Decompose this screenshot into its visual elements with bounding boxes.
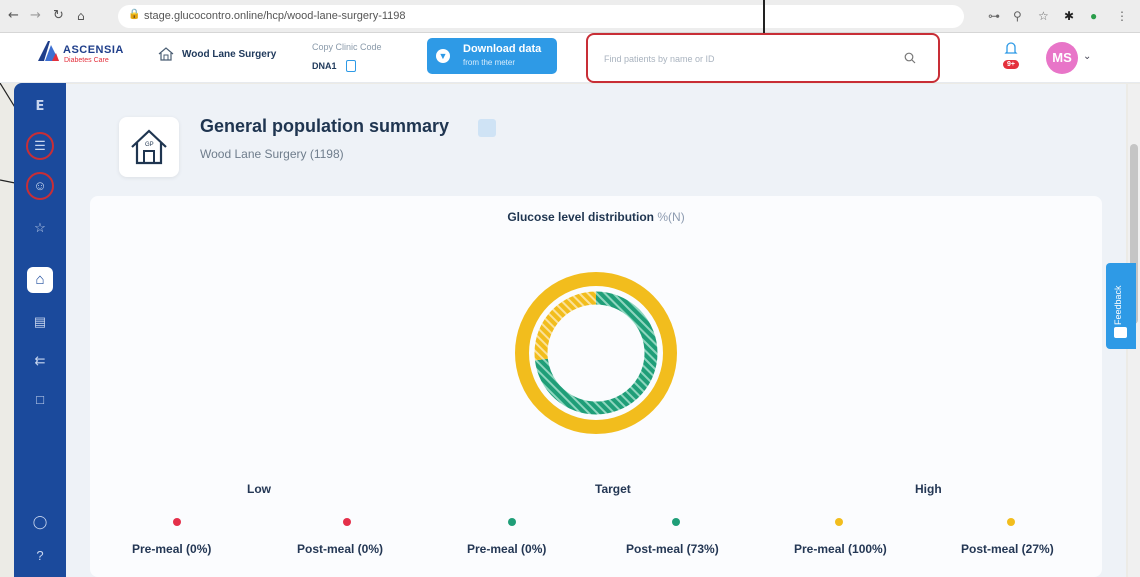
help-icon[interactable]: ?	[27, 543, 53, 569]
legend-label-target-pre-meal: Pre-meal (0%)	[467, 542, 547, 556]
clinic-code-value: DNA1	[312, 61, 337, 71]
share-icon[interactable]: ⇇	[27, 348, 53, 374]
legend-dot-low-pre-meal	[173, 518, 181, 526]
search-icon[interactable]	[904, 52, 916, 64]
legend-dot-target-pre-meal	[508, 518, 516, 526]
legend-group-high: High	[915, 482, 942, 496]
extensions-icon[interactable]: ✱	[1064, 9, 1074, 23]
copy-icon[interactable]	[346, 60, 356, 72]
reports-icon[interactable]: ▤	[27, 309, 53, 335]
legend-group-target: Target	[595, 482, 631, 496]
legend-dot-high-post-meal	[1007, 518, 1015, 526]
profile-icon[interactable]: ●	[1090, 9, 1097, 23]
zoom-icon[interactable]: ⚲	[1013, 9, 1022, 23]
download-subtitle: from the meter	[463, 58, 516, 67]
legend-label-low-post-meal: Post-meal (0%)	[297, 542, 384, 556]
download-icon: ▼	[436, 49, 450, 63]
key-icon[interactable]: ⊶	[988, 9, 1000, 23]
user-settings-icon[interactable]: ☆	[27, 215, 53, 241]
patient-search[interactable]	[586, 33, 940, 83]
feedback-label: Feedback	[1113, 285, 1123, 325]
browser-menu-icon[interactable]: ⋮	[1116, 9, 1128, 23]
svg-text:GP: GP	[145, 142, 154, 148]
page-subtitle: Wood Lane Surgery (1198)	[200, 147, 344, 161]
reload-icon[interactable]: ↻	[53, 9, 64, 23]
notification-badge: 9+	[1003, 60, 1019, 69]
glucose-donut-chart	[515, 272, 677, 434]
feedback-tab[interactable]: Feedback	[1106, 263, 1136, 349]
avatar[interactable]: MS	[1046, 42, 1078, 74]
bell-icon[interactable]	[1004, 41, 1018, 57]
expand-menu-icon[interactable]: E	[27, 94, 53, 120]
callout-line	[763, 0, 765, 33]
app-header: ASCENSIA Diabetes Care Wood Lane Surgery…	[0, 33, 1140, 83]
clinic-icon[interactable]: ☰	[27, 133, 53, 159]
feedback-icon	[1114, 327, 1127, 338]
download-title: Download data	[463, 43, 542, 55]
url-text: stage.glucocontro.online/hcp/wood-lane-s…	[144, 10, 406, 22]
info-icon[interactable]	[478, 119, 496, 137]
chart-title-text: Glucose level distribution	[507, 210, 655, 224]
chart-title-unit: %(N)	[657, 210, 685, 224]
language-icon[interactable]: ◯	[27, 509, 53, 535]
brand-name: ASCENSIA	[63, 44, 124, 56]
home-icon	[158, 47, 174, 61]
address-bar[interactable]: 🔒 stage.glucocontro.online/hcp/wood-lane…	[118, 5, 964, 28]
home-icon[interactable]: ⌂	[77, 9, 85, 23]
browser-toolbar: ← → ↻ ⌂ 🔒 stage.glucocontro.online/hcp/w…	[0, 0, 1140, 33]
star-icon[interactable]: ☆	[1038, 9, 1049, 23]
legend-dot-high-pre-meal	[835, 518, 843, 526]
legend-dot-low-post-meal	[343, 518, 351, 526]
back-icon[interactable]: ←	[8, 9, 19, 23]
legend-group-low: Low	[247, 482, 271, 496]
forward-icon[interactable]: →	[30, 9, 41, 23]
ascensia-logo[interactable]	[38, 41, 60, 61]
legend-label-target-post-meal: Post-meal (73%)	[626, 542, 719, 556]
brand-sub: Diabetes Care	[64, 57, 109, 64]
chevron-down-icon[interactable]: ⌄	[1083, 51, 1091, 62]
chart-title: Glucose level distribution %(N)	[90, 210, 1102, 224]
gp-house-icon: GP	[119, 117, 179, 177]
legend-label-low-pre-meal: Pre-meal (0%)	[132, 542, 212, 556]
clinic-name[interactable]: Wood Lane Surgery	[182, 49, 276, 60]
sidebar: E ☰ ☺ ☆ ⌂ ▤ ⇇ □ ◯ ?	[14, 83, 66, 577]
home-nav-icon[interactable]: ⌂	[27, 267, 53, 293]
legend-dot-target-post-meal	[672, 518, 680, 526]
clinic-code-label: Copy Clinic Code	[312, 42, 382, 52]
documents-icon[interactable]: □	[27, 387, 53, 413]
download-data-button[interactable]: ▼ Download data from the meter	[427, 38, 557, 74]
search-input[interactable]	[604, 50, 894, 68]
legend-label-high-post-meal: Post-meal (27%)	[961, 542, 1054, 556]
patients-icon[interactable]: ☺	[27, 173, 53, 199]
lock-icon: 🔒	[128, 9, 141, 20]
summary-card: Glucose level distribution %(N) Low Pre-m…	[90, 196, 1102, 577]
page-title: General population summary	[200, 116, 450, 136]
legend-label-high-pre-meal: Pre-meal (100%)	[794, 542, 887, 556]
